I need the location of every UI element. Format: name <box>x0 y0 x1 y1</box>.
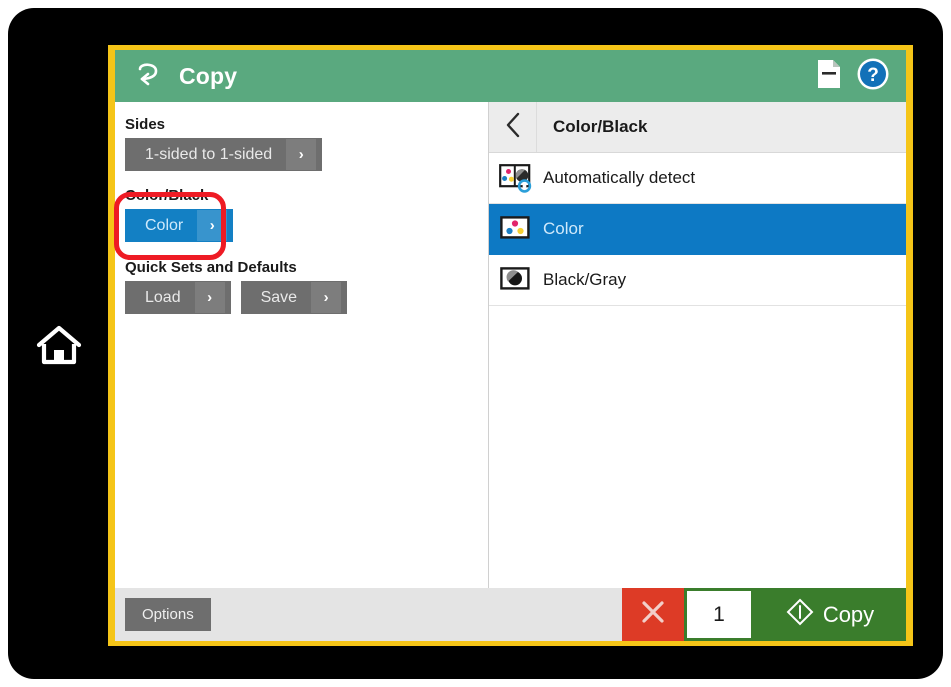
color-black-option-list: Color/Black Automatically detect Color B… <box>489 102 906 588</box>
header-actions: ? <box>816 57 906 96</box>
list-item-label: Automatically detect <box>543 168 696 187</box>
list-item-automatically-detect[interactable]: Automatically detect <box>489 153 906 204</box>
back-arrow-icon <box>133 60 163 93</box>
copy-start-button[interactable]: Copy <box>754 588 906 641</box>
start-diamond-icon <box>786 598 814 632</box>
home-button[interactable] <box>32 320 86 374</box>
page-title: Copy <box>179 62 238 89</box>
screen-focus-border-bottom <box>108 641 913 646</box>
load-label: Load <box>145 288 181 306</box>
option-list-back-button[interactable] <box>489 102 537 152</box>
setting-group-quick-sets: Quick Sets and Defaults Load › Save › <box>115 259 488 314</box>
color-dots-icon <box>489 215 543 243</box>
document-page-icon[interactable] <box>816 58 842 95</box>
sides-value-button[interactable]: 1-sided to 1-sided › <box>125 138 323 171</box>
sides-buttons: 1-sided to 1-sided › <box>125 138 488 171</box>
group-label-sides: Sides <box>125 116 166 133</box>
home-icon <box>35 323 83 372</box>
screen-focus-border-right <box>906 45 913 646</box>
svg-text:?: ? <box>867 65 879 86</box>
sides-value-label: 1-sided to 1-sided <box>145 145 273 163</box>
list-item-color[interactable]: Color <box>489 204 906 255</box>
setting-group-color-black: Color/Black Color › <box>115 187 488 242</box>
save-button[interactable]: Save › <box>240 281 348 314</box>
copy-count-field[interactable]: 1 <box>684 588 754 641</box>
list-item-black-gray[interactable]: Black/Gray <box>489 255 906 306</box>
close-x-icon <box>638 597 668 632</box>
option-list-header: Color/Black <box>489 102 906 153</box>
auto-detect-color-icon <box>489 163 543 193</box>
cancel-button[interactable] <box>622 588 684 641</box>
copy-button-label: Copy <box>822 601 875 627</box>
group-label-quick-sets: Quick Sets and Defaults <box>125 259 297 276</box>
options-button[interactable]: Options <box>125 598 211 631</box>
color-black-buttons: Color › <box>125 209 488 242</box>
chevron-right-icon: › <box>311 282 342 313</box>
printer-control-panel: Copy ? Sides 1-sided to 1-sided › Color/… <box>0 0 951 687</box>
setting-group-sides: Sides 1-sided to 1-sided › <box>115 116 488 171</box>
quick-sets-buttons: Load › Save › <box>125 281 488 314</box>
app-header: Copy ? <box>115 50 906 102</box>
help-question-icon[interactable]: ? <box>856 57 890 96</box>
chevron-right-icon: › <box>197 210 228 241</box>
screen-focus-border-left <box>108 45 115 646</box>
chevron-right-icon: › <box>194 282 225 313</box>
list-item-label: Black/Gray <box>543 270 627 289</box>
color-black-value-button[interactable]: Color › <box>125 209 234 242</box>
action-bar: Options 1 Copy <box>115 588 906 641</box>
group-label-color-black: Color/Black <box>125 187 209 204</box>
black-gray-circle-icon <box>489 266 543 294</box>
chevron-left-icon <box>504 112 522 143</box>
action-bar-right: 1 Copy <box>622 588 906 641</box>
list-item-label: Color <box>543 219 584 238</box>
save-label: Save <box>260 288 298 306</box>
color-black-value-label: Color <box>145 216 184 234</box>
settings-pane: Sides 1-sided to 1-sided › Color/Black C… <box>115 102 488 588</box>
chevron-right-icon: › <box>286 139 317 170</box>
option-list-title: Color/Black <box>553 117 648 136</box>
back-button[interactable] <box>125 50 171 102</box>
load-button[interactable]: Load › <box>125 281 231 314</box>
